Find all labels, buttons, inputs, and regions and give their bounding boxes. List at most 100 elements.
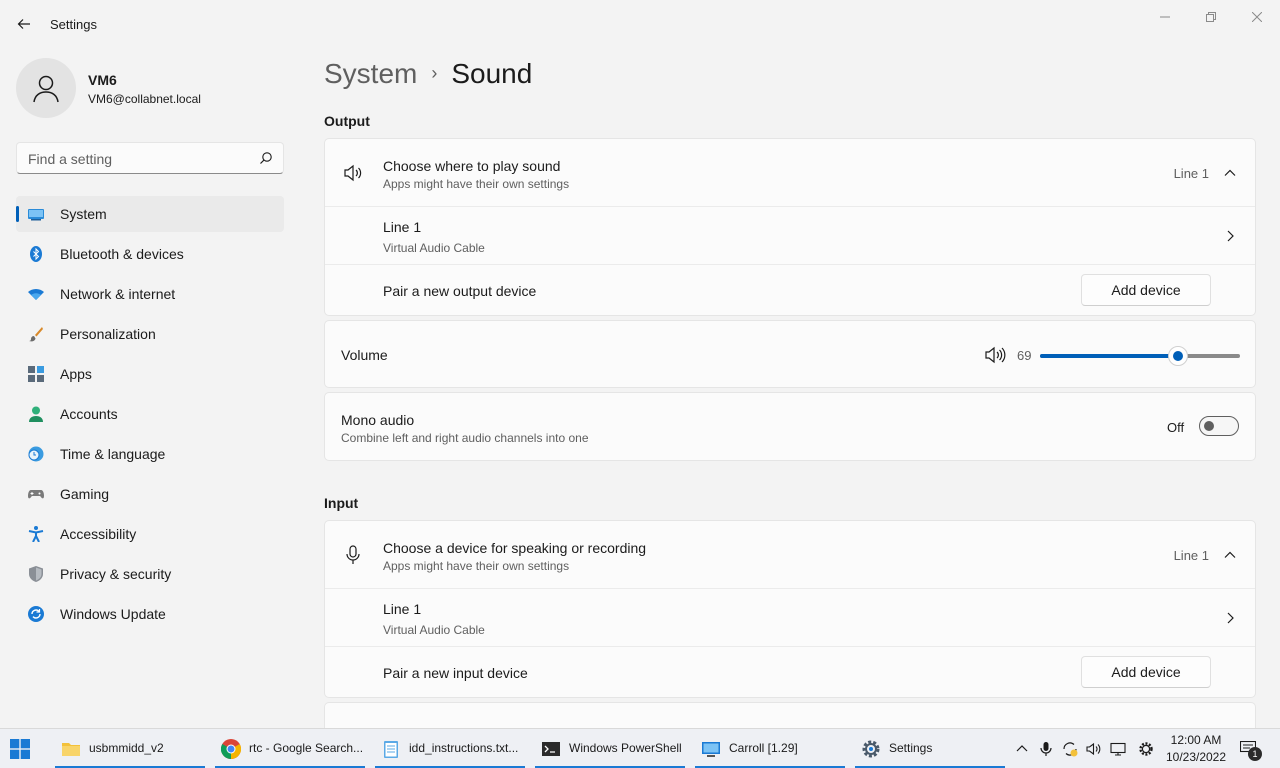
back-button[interactable] (12, 12, 36, 36)
sync-warning-icon[interactable] (1062, 741, 1078, 757)
pair-input-title: Pair a new input device (383, 665, 528, 681)
display-icon[interactable] (1110, 741, 1126, 757)
output-device-card: Choose where to play sound Apps might ha… (324, 138, 1256, 316)
taskbar-app-explorer[interactable]: usbmmidd_v2 (55, 729, 207, 768)
chrome-icon (221, 739, 241, 759)
taskbar-app-powershell[interactable]: Windows PowerShell (535, 729, 687, 768)
mono-audio-toggle[interactable] (1199, 416, 1239, 436)
chevron-up-icon[interactable] (1223, 166, 1237, 180)
sidebar-item-network[interactable]: Network & internet (16, 276, 284, 312)
sidebar-item-label: Privacy & security (60, 566, 172, 582)
system-icon (28, 209, 44, 221)
taskbar-app-label: Carroll [1.29] (729, 741, 798, 755)
shield-icon (29, 566, 43, 582)
add-output-device-button[interactable]: Add device (1081, 274, 1211, 306)
taskbar-app-settings[interactable]: Settings (855, 729, 1007, 768)
breadcrumb: System › Sound (324, 58, 532, 94)
sidebar-item-privacy[interactable]: Privacy & security (16, 556, 284, 592)
taskbar-app-chrome[interactable]: rtc - Google Search... (215, 729, 367, 768)
output-heading: Output (324, 113, 370, 129)
pair-output-title: Pair a new output device (383, 283, 537, 299)
sidebar-item-accounts[interactable]: Accounts (16, 396, 284, 432)
sidebar-item-apps[interactable]: Apps (16, 356, 284, 392)
breadcrumb-parent[interactable]: System (324, 58, 417, 89)
output-device-line1-row[interactable]: Line 1 Virtual Audio Cable (325, 207, 1255, 265)
mono-audio-subtitle: Combine left and right audio channels in… (341, 431, 589, 445)
add-input-device-button[interactable]: Add device (1081, 656, 1211, 688)
volume-value: 69 (1017, 348, 1032, 363)
sidebar-nav: System Bluetooth & devices Network & int… (16, 196, 284, 636)
minimize-button[interactable] (1147, 6, 1183, 28)
clock-time: 12:00 AM (1170, 733, 1222, 747)
sidebar-item-windows-update[interactable]: Windows Update (16, 596, 284, 632)
sidebar-item-label: Accessibility (60, 526, 137, 542)
search-placeholder: Find a setting (28, 151, 113, 167)
wifi-icon (28, 288, 44, 300)
taskbar-app-label: idd_instructions.txt... (409, 741, 519, 755)
selected-input-device: Line 1 (1173, 548, 1209, 563)
microphone-icon[interactable] (1038, 741, 1054, 757)
profile-email: VM6@collabnet.local (88, 92, 201, 106)
sidebar-item-label: Bluetooth & devices (60, 246, 184, 262)
taskbar-app-label: Settings (889, 741, 933, 755)
chevron-up-icon[interactable] (1223, 548, 1237, 562)
pair-input-row: Pair a new input device Add device (325, 647, 1255, 697)
title-bar: Settings (0, 0, 1280, 48)
input-heading: Input (324, 495, 359, 511)
sidebar-item-label: Personalization (60, 326, 156, 342)
bluetooth-icon (30, 246, 42, 262)
speaker-icon (344, 164, 362, 182)
taskbar-app-label: usbmmidd_v2 (89, 741, 164, 755)
update-icon (28, 606, 44, 622)
windows-start-icon[interactable] (10, 739, 30, 759)
sidebar-item-label: Time & language (60, 446, 166, 462)
sidebar-item-gaming[interactable]: Gaming (16, 476, 284, 512)
close-icon (1252, 12, 1262, 22)
user-profile[interactable]: VM6 VM6@collabnet.local (16, 58, 286, 118)
sidebar-item-label: Accounts (60, 406, 118, 422)
sidebar-item-time-language[interactable]: Time & language (16, 436, 284, 472)
gear-icon[interactable] (1138, 741, 1154, 757)
choose-output-title: Choose where to play sound (383, 158, 561, 174)
taskbar-app-notepad[interactable]: idd_instructions.txt... (375, 729, 527, 768)
input-device-card: Choose a device for speaking or recordin… (324, 520, 1256, 698)
sidebar-item-personalization[interactable]: Personalization (16, 316, 284, 352)
volume-icon[interactable] (1086, 741, 1102, 757)
chevron-up-icon[interactable] (1014, 741, 1030, 757)
selected-output-device: Line 1 (1173, 166, 1209, 181)
sidebar-item-system[interactable]: System (16, 196, 284, 232)
taskbar-app-remote-desktop[interactable]: Carroll [1.29] (695, 729, 847, 768)
apps-icon (28, 366, 44, 382)
breadcrumb-separator-icon: › (431, 63, 438, 83)
toggle-knob (1204, 421, 1214, 431)
pair-output-row: Pair a new output device Add device (325, 265, 1255, 315)
mono-audio-state: Off (1167, 420, 1185, 435)
maximize-button[interactable] (1193, 6, 1229, 28)
choose-input-subtitle: Apps might have their own settings (383, 559, 570, 573)
mono-audio-title: Mono audio (341, 412, 415, 428)
clock-globe-icon (28, 446, 44, 462)
volume-slider-thumb[interactable] (1168, 346, 1188, 366)
taskbar-app-label: Windows PowerShell (569, 741, 682, 755)
volume-slider[interactable] (1040, 346, 1240, 366)
choose-output-row[interactable]: Choose where to play sound Apps might ha… (325, 139, 1255, 207)
volume-speaker-icon[interactable] (984, 345, 1006, 365)
search-input[interactable]: Find a setting (16, 142, 284, 174)
input-device-line1-row[interactable]: Line 1 Virtual Audio Cable (325, 589, 1255, 647)
powershell-icon (542, 742, 560, 756)
chevron-right-icon (1227, 612, 1234, 624)
settings-icon (862, 740, 880, 758)
avatar (16, 58, 76, 118)
search-icon (260, 152, 272, 164)
choose-input-row[interactable]: Choose a device for speaking or recordin… (325, 521, 1255, 589)
close-button[interactable] (1239, 6, 1275, 28)
sidebar-item-bluetooth[interactable]: Bluetooth & devices (16, 236, 284, 272)
notepad-icon (384, 741, 398, 758)
gamepad-icon (28, 490, 44, 499)
notification-center-button[interactable]: 1 (1239, 740, 1262, 761)
sidebar-item-accessibility[interactable]: Accessibility (16, 516, 284, 552)
system-clock[interactable]: 12:00 AM 10/23/2022 (1160, 732, 1232, 766)
output-device-name: Line 1 (383, 219, 422, 235)
clock-date: 10/23/2022 (1165, 750, 1227, 764)
volume-card: Volume 69 (324, 320, 1256, 388)
